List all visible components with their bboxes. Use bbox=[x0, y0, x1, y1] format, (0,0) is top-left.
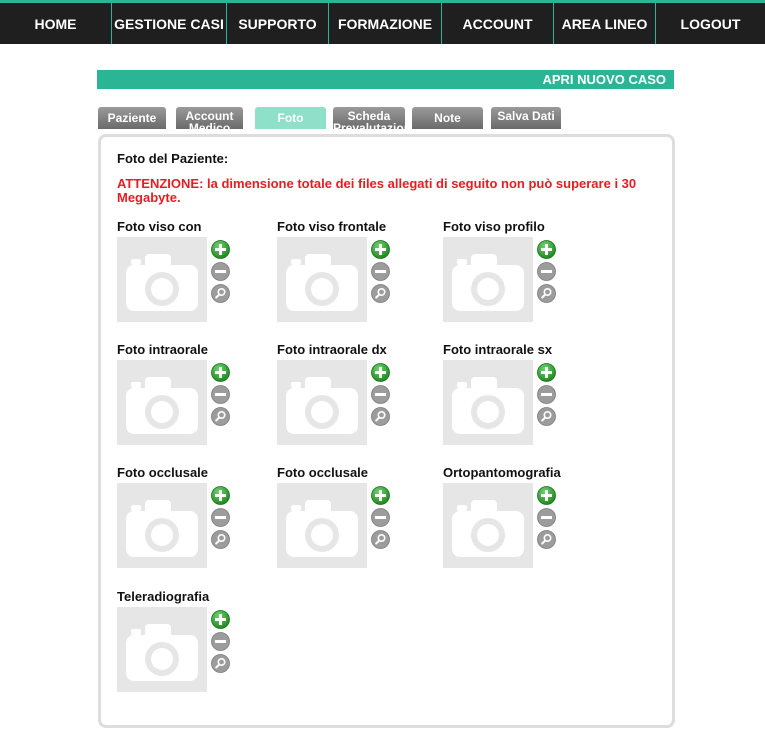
tab-note[interactable]: Note bbox=[412, 107, 483, 129]
plus-circle-icon[interactable] bbox=[537, 240, 556, 259]
plus-circle-icon[interactable] bbox=[537, 486, 556, 505]
magnifier-icon[interactable] bbox=[211, 407, 230, 426]
nav-supporto[interactable]: SUPPORTO bbox=[226, 3, 328, 44]
magnifier-icon[interactable] bbox=[371, 284, 390, 303]
photo-label-foto-occlusale-7: Foto occlusale bbox=[117, 465, 209, 480]
camera-icon bbox=[117, 483, 207, 568]
panel-heading: Foto del Paziente: bbox=[117, 151, 229, 166]
photo-label-foto-viso-profilo-3: Foto viso profilo bbox=[443, 219, 545, 234]
magnifier-icon[interactable] bbox=[211, 654, 230, 673]
camera-icon bbox=[443, 360, 533, 445]
minus-circle-icon[interactable] bbox=[211, 262, 230, 281]
plus-circle-icon[interactable] bbox=[371, 486, 390, 505]
magnifier-icon[interactable] bbox=[537, 284, 556, 303]
photo-label-foto-viso-frontale-2: Foto viso frontale bbox=[277, 219, 387, 234]
magnifier-icon[interactable] bbox=[537, 407, 556, 426]
tab-paziente[interactable]: Paziente bbox=[98, 107, 166, 129]
minus-circle-icon[interactable] bbox=[211, 385, 230, 404]
magnifier-icon[interactable] bbox=[211, 284, 230, 303]
nav-gestione-casi[interactable]: GESTIONE CASI bbox=[111, 3, 226, 44]
plus-circle-icon[interactable] bbox=[211, 240, 230, 259]
minus-circle-icon[interactable] bbox=[537, 508, 556, 527]
camera-icon bbox=[443, 237, 533, 322]
photo-label-ortopantomografia-9: Ortopantomografia bbox=[443, 465, 561, 480]
photo-label-foto-intraorale-dx-5: Foto intraorale dx bbox=[277, 342, 387, 357]
nav-account[interactable]: ACCOUNT bbox=[441, 3, 553, 44]
plus-circle-icon[interactable] bbox=[371, 240, 390, 259]
nav-area-lineo[interactable]: AREA LINEO bbox=[553, 3, 655, 44]
minus-circle-icon[interactable] bbox=[371, 262, 390, 281]
minus-circle-icon[interactable] bbox=[537, 262, 556, 281]
tab-account-medico[interactable]: Account Medico bbox=[176, 107, 243, 129]
photo-label-teleradiografia-10: Teleradiografia bbox=[117, 589, 210, 604]
nav-home[interactable]: HOME bbox=[0, 3, 111, 44]
nav-formazione[interactable]: FORMAZIONE bbox=[328, 3, 441, 44]
magnifier-icon[interactable] bbox=[211, 530, 230, 549]
top-navigation: HOME GESTIONE CASI SUPPORTO FORMAZIONE A… bbox=[0, 0, 765, 44]
plus-circle-icon[interactable] bbox=[371, 363, 390, 382]
nav-logout[interactable]: LOGOUT bbox=[655, 3, 765, 44]
page-title-bar: APRI NUOVO CASO bbox=[97, 70, 674, 89]
photo-label-foto-occlusale-8: Foto occlusale bbox=[277, 465, 369, 480]
plus-circle-icon[interactable] bbox=[211, 610, 230, 629]
tab-scheda-prevalutazione[interactable]: Scheda Prevalutazione bbox=[333, 107, 405, 129]
magnifier-icon[interactable] bbox=[537, 530, 556, 549]
magnifier-icon[interactable] bbox=[371, 530, 390, 549]
camera-icon bbox=[277, 360, 367, 445]
plus-circle-icon[interactable] bbox=[211, 363, 230, 382]
photo-label-foto-intraorale-4: Foto intraorale bbox=[117, 342, 209, 357]
magnifier-icon[interactable] bbox=[371, 407, 390, 426]
minus-circle-icon[interactable] bbox=[371, 508, 390, 527]
camera-icon bbox=[117, 237, 207, 322]
camera-icon bbox=[277, 483, 367, 568]
photo-label-foto-intraorale-sx-6: Foto intraorale sx bbox=[443, 342, 553, 357]
camera-icon bbox=[117, 360, 207, 445]
minus-circle-icon[interactable] bbox=[537, 385, 556, 404]
minus-circle-icon[interactable] bbox=[211, 632, 230, 651]
camera-icon bbox=[443, 483, 533, 568]
plus-circle-icon[interactable] bbox=[537, 363, 556, 382]
tab-salva-dati[interactable]: Salva Dati bbox=[491, 107, 561, 129]
camera-icon bbox=[117, 607, 207, 692]
tab-foto[interactable]: Foto bbox=[255, 107, 326, 129]
photo-label-foto-viso-con-1: Foto viso con bbox=[117, 219, 202, 234]
camera-icon bbox=[277, 237, 367, 322]
minus-circle-icon[interactable] bbox=[211, 508, 230, 527]
upload-size-warning: ATTENZIONE: la dimensione totale dei fil… bbox=[117, 176, 637, 205]
plus-circle-icon[interactable] bbox=[211, 486, 230, 505]
minus-circle-icon[interactable] bbox=[371, 385, 390, 404]
